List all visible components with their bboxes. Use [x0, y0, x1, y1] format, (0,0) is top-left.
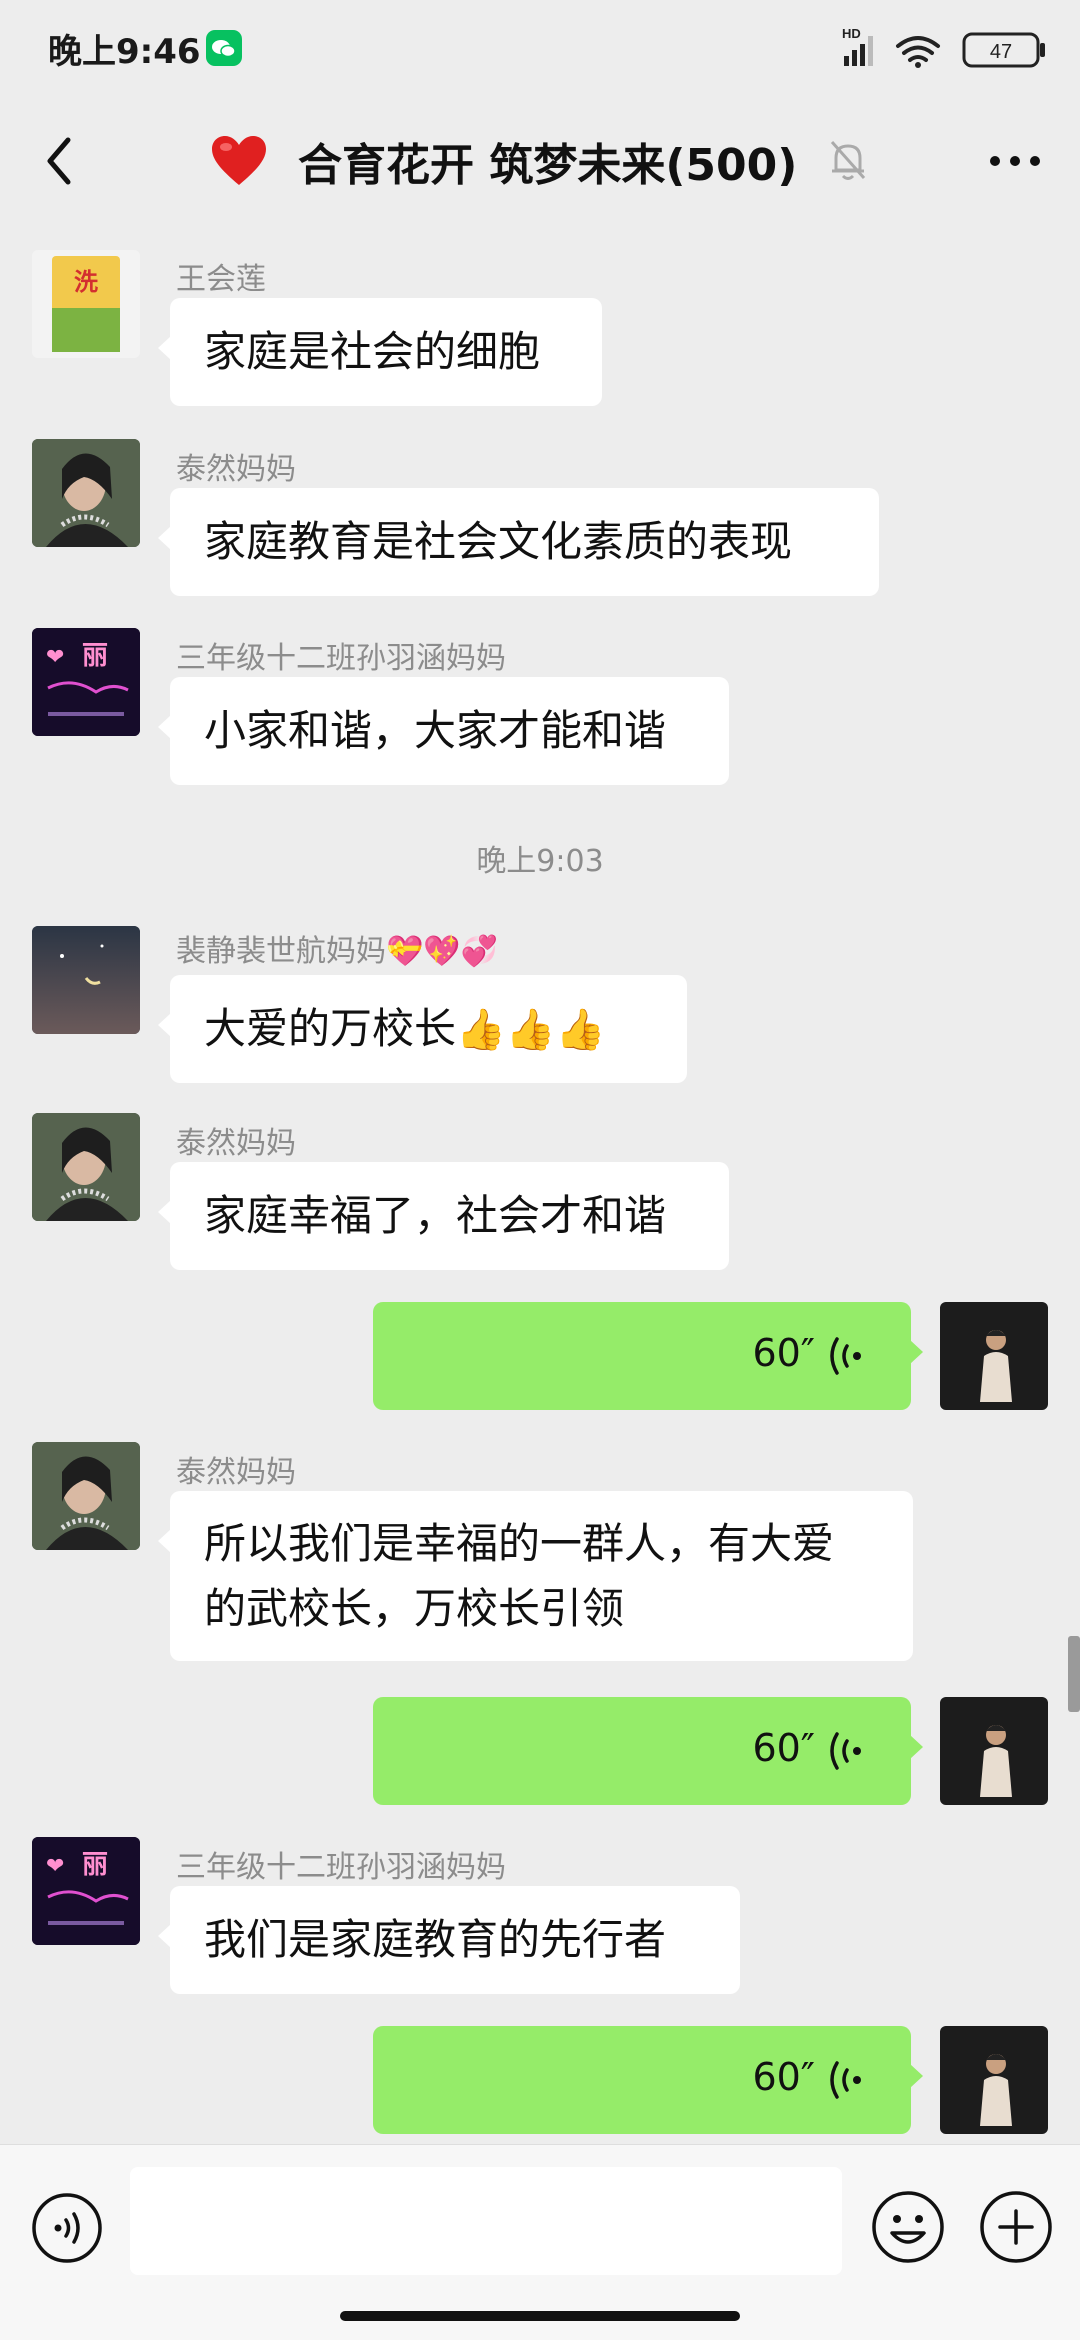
- voice-duration: 60″: [752, 1331, 815, 1375]
- sender-name: 三年级十二班孙羽涵妈妈: [176, 641, 506, 676]
- voice-message[interactable]: 60″: [373, 1697, 923, 1805]
- avatar[interactable]: 洗: [32, 250, 140, 358]
- message-bubble[interactable]: 大爱的万校长👍👍👍: [158, 975, 687, 1083]
- message-list[interactable]: 洗 王会莲 家庭是社会的细胞 泰然妈妈 家庭教育是社会文化素质的表现 ❤ 丽 三…: [0, 226, 1080, 2144]
- message-bubble[interactable]: 我们是家庭教育的先行者: [158, 1886, 740, 1994]
- sender-name: 三年级十二班孙羽涵妈妈: [176, 1850, 506, 1885]
- message-text: 家庭是社会的细胞: [204, 327, 541, 376]
- svg-text:❤: ❤: [46, 1854, 64, 1879]
- thumbs-up-emoji: 👍👍👍: [456, 1007, 606, 1053]
- voice-wave-icon: [830, 2061, 861, 2099]
- group-name: 合育花开 筑梦未来(500): [298, 140, 798, 191]
- home-indicator[interactable]: [340, 2311, 740, 2321]
- message-text: 大爱的万校长: [204, 1004, 457, 1053]
- mute-bell-icon: [830, 141, 866, 180]
- voice-duration: 60″: [752, 1726, 815, 1770]
- battery-level: 47: [990, 41, 1012, 63]
- self-avatar[interactable]: [940, 1302, 1048, 1410]
- voice-wave-icon: [830, 1732, 861, 1770]
- sender-name: 泰然妈妈: [176, 1455, 296, 1490]
- sender-name: 泰然妈妈: [176, 1126, 296, 1161]
- voice-duration: 60″: [752, 2055, 815, 2099]
- avatar[interactable]: [32, 926, 140, 1034]
- svg-text:丽: 丽: [82, 1850, 108, 1880]
- message-bubble[interactable]: 所以我们是幸福的一群人，有大爱 的武校长，万校长引领: [158, 1491, 913, 1661]
- scrollbar[interactable]: [1068, 1636, 1080, 1712]
- hd-indicator: HD: [842, 26, 861, 41]
- message-text-line: 所以我们是幸福的一群人，有大爱: [204, 1519, 835, 1568]
- avatar[interactable]: ❤ 丽: [32, 628, 140, 736]
- message-text: 小家和谐，大家才能和谐: [204, 706, 667, 755]
- status-icons: HD 47: [842, 26, 1045, 68]
- message-bubble[interactable]: 家庭幸福了，社会才和谐: [158, 1162, 729, 1270]
- message-input[interactable]: [130, 2167, 842, 2275]
- chat-title[interactable]: 合育花开 筑梦未来(500): [210, 126, 797, 196]
- status-bar: 晚上9:46 HD 47: [0, 0, 1080, 96]
- emoji-button[interactable]: [870, 2189, 946, 2265]
- back-button[interactable]: [28, 126, 98, 196]
- sender-name: 泰然妈妈: [176, 452, 296, 487]
- message-text: 家庭教育是社会文化素质的表现: [204, 517, 793, 566]
- voice-wave-icon: [830, 1337, 861, 1375]
- self-avatar[interactable]: [940, 1697, 1048, 1805]
- self-avatar[interactable]: [940, 2026, 1048, 2134]
- voice-message[interactable]: 60″: [373, 1302, 923, 1410]
- svg-text:洗: 洗: [74, 268, 98, 296]
- sender-name: 裴静裴世航妈妈💝💖💞: [176, 934, 499, 969]
- heart-icon: [212, 136, 266, 185]
- avatar[interactable]: [32, 439, 140, 547]
- message-text: 家庭幸福了，社会才和谐: [204, 1191, 667, 1240]
- more-options-button[interactable]: [980, 126, 1050, 196]
- message-text-line: 的武校长，万校长引领: [204, 1584, 625, 1633]
- voice-message[interactable]: 60″: [373, 2026, 923, 2134]
- message-bubble[interactable]: 家庭是社会的细胞: [158, 298, 602, 406]
- timestamp-divider: 晚上9:03: [476, 844, 604, 879]
- wechat-notification-icon: [206, 30, 242, 66]
- battery-icon: 47: [962, 32, 1045, 68]
- input-bar: [0, 2144, 1080, 2340]
- svg-text:❤: ❤: [46, 645, 64, 670]
- avatar[interactable]: [32, 1442, 140, 1550]
- avatar[interactable]: ❤ 丽: [32, 1837, 140, 1945]
- voice-input-button[interactable]: [30, 2191, 104, 2265]
- chat-header: 合育花开 筑梦未来(500): [0, 96, 1080, 226]
- wifi-icon: [896, 36, 940, 62]
- svg-text:丽: 丽: [82, 641, 108, 671]
- message-bubble[interactable]: 家庭教育是社会文化素质的表现: [158, 488, 879, 596]
- more-functions-button[interactable]: [978, 2189, 1054, 2265]
- avatar[interactable]: [32, 1113, 140, 1221]
- status-time: 晚上9:46: [48, 32, 201, 72]
- message-text: 我们是家庭教育的先行者: [204, 1915, 667, 1964]
- sender-name: 王会莲: [176, 262, 266, 297]
- message-bubble[interactable]: 小家和谐，大家才能和谐: [158, 677, 729, 785]
